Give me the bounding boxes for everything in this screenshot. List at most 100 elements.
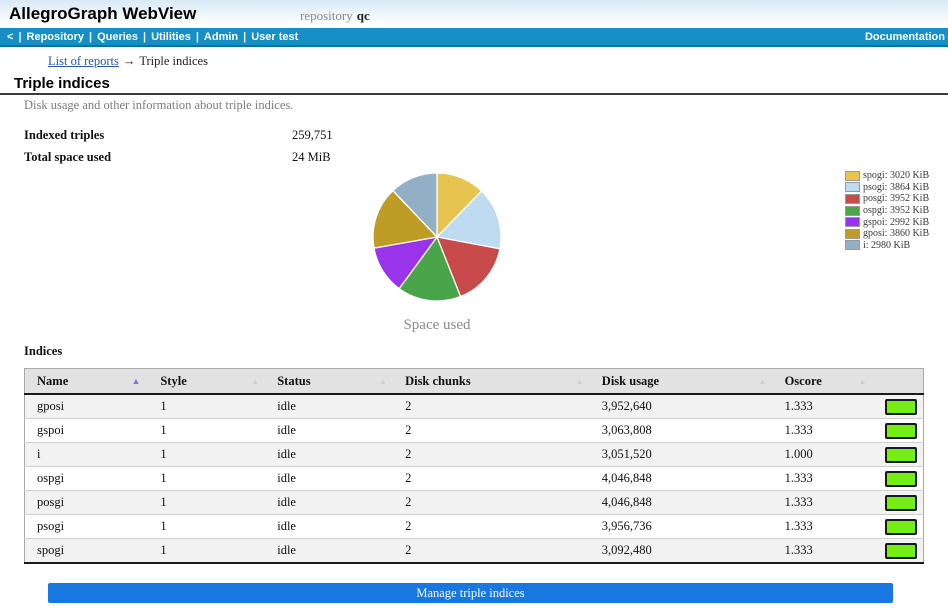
legend-item-gspoi: gspoi: 2992 KiB: [845, 216, 929, 228]
nav-bar: < |Repository|Queries|Utilities|Admin|Us…: [0, 28, 948, 47]
cell-score-bar: [872, 394, 923, 419]
breadcrumb: List of reports →Triple indices: [48, 54, 208, 69]
legend-label: posgi: 3952 KiB: [863, 193, 929, 204]
indices-table-header: Name▲Style▲Status▲Disk chunks▲Disk usage…: [25, 369, 924, 395]
cell-status: idle: [265, 539, 393, 564]
breadcrumb-link-list-of-reports[interactable]: List of reports: [48, 54, 119, 68]
repository-label: repository: [300, 8, 353, 23]
cell-style: 1: [148, 443, 265, 467]
column-header-disk-usage[interactable]: Disk usage▲: [590, 369, 773, 395]
table-row-gposi: gposi1idle23,952,6401.333: [25, 394, 924, 419]
stat-label-indexed-triples: Indexed triples: [24, 128, 104, 143]
cell-disk_usage: 3,051,520: [590, 443, 773, 467]
cell-style: 1: [148, 515, 265, 539]
table-row-spogi: spogi1idle23,092,4801.333: [25, 539, 924, 564]
cell-disk_chunks: 2: [393, 394, 590, 419]
stat-value-indexed-triples: 259,751: [292, 128, 333, 143]
cell-oscore: 1.333: [773, 419, 873, 443]
breadcrumb-current: Triple indices: [139, 54, 208, 68]
cell-disk_chunks: 2: [393, 491, 590, 515]
triple-indices-page: AllegroGraph WebView repositoryqc < |Rep…: [0, 0, 948, 614]
legend-item-i: i: 2980 KiB: [845, 240, 929, 252]
indices-section-label: Indices: [24, 344, 62, 359]
nav-item-admin[interactable]: Admin: [199, 31, 243, 43]
cell-style: 1: [148, 467, 265, 491]
cell-status: idle: [265, 394, 393, 419]
table-row-posgi: posgi1idle24,046,8481.333: [25, 491, 924, 515]
column-header-style[interactable]: Style▲: [148, 369, 265, 395]
legend-label: gspoi: 2992 KiB: [863, 217, 929, 228]
page-title: Triple indices: [14, 75, 110, 92]
legend-swatch-ospgi: [845, 206, 860, 216]
chart-legend: spogi: 3020 KiBpsogi: 3864 KiBposgi: 395…: [845, 170, 929, 251]
legend-label: gposi: 3860 KiB: [863, 228, 929, 239]
nav-item-documentation[interactable]: Documentation: [860, 31, 948, 43]
cell-name: posgi: [25, 491, 149, 515]
table-row-i: i1idle23,051,5201.000: [25, 443, 924, 467]
column-header-disk-chunks[interactable]: Disk chunks▲: [393, 369, 590, 395]
nav-item-user-test[interactable]: User test: [246, 31, 303, 43]
column-header-bar: [872, 369, 923, 395]
back-chevron-icon[interactable]: <: [2, 31, 18, 43]
legend-item-gposi: gposi: 3860 KiB: [845, 228, 929, 240]
cell-oscore: 1.333: [773, 515, 873, 539]
repository-name: qc: [357, 8, 370, 23]
cell-style: 1: [148, 394, 265, 419]
score-bar-indicator: [885, 447, 917, 463]
cell-name: psogi: [25, 515, 149, 539]
cell-name: i: [25, 443, 149, 467]
cell-disk_usage: 3,063,808: [590, 419, 773, 443]
breadcrumb-arrow: →: [123, 54, 136, 68]
pie-chart-svg: [362, 162, 512, 312]
cell-score-bar: [872, 443, 923, 467]
table-row-psogi: psogi1idle23,956,7361.333: [25, 515, 924, 539]
score-bar-indicator: [885, 543, 917, 559]
cell-disk_chunks: 2: [393, 515, 590, 539]
column-header-oscore[interactable]: Oscore▲: [773, 369, 873, 395]
cell-status: idle: [265, 491, 393, 515]
nav-item-queries[interactable]: Queries: [92, 31, 143, 43]
cell-disk_usage: 3,092,480: [590, 539, 773, 564]
indices-table: Name▲Style▲Status▲Disk chunks▲Disk usage…: [24, 368, 924, 564]
repository-indicator: repository qc: [300, 8, 370, 24]
legend-swatch-gspoi: [845, 217, 860, 227]
nav-item-repository[interactable]: Repository: [22, 31, 89, 43]
cell-score-bar: [872, 515, 923, 539]
cell-style: 1: [148, 491, 265, 515]
cell-status: idle: [265, 443, 393, 467]
sort-inactive-icon: ▲: [379, 377, 387, 386]
cell-oscore: 1.333: [773, 539, 873, 564]
sort-inactive-icon: ▲: [859, 377, 867, 386]
title-divider: [0, 93, 948, 95]
legend-label: psogi: 3864 KiB: [863, 182, 929, 193]
manage-triple-indices-button[interactable]: Manage triple indices: [48, 583, 893, 603]
legend-swatch-psogi: [845, 182, 860, 192]
cell-status: idle: [265, 515, 393, 539]
legend-label: ospgi: 3952 KiB: [863, 205, 929, 216]
sort-inactive-icon: ▲: [251, 377, 259, 386]
table-row-ospgi: ospgi1idle24,046,8481.333: [25, 467, 924, 491]
cell-name: spogi: [25, 539, 149, 564]
cell-oscore: 1.333: [773, 394, 873, 419]
table-row-gspoi: gspoi1idle23,063,8081.333: [25, 419, 924, 443]
legend-swatch-spogi: [845, 171, 860, 181]
column-header-status[interactable]: Status▲: [265, 369, 393, 395]
cell-disk_chunks: 2: [393, 539, 590, 564]
legend-item-posgi: posgi: 3952 KiB: [845, 193, 929, 205]
cell-name: ospgi: [25, 467, 149, 491]
chart-title: Space used: [337, 317, 537, 334]
page-subtitle: Disk usage and other information about t…: [24, 98, 293, 113]
score-bar-indicator: [885, 519, 917, 535]
space-used-pie-chart: [362, 162, 512, 312]
nav-item-utilities[interactable]: Utilities: [146, 31, 196, 43]
cell-status: idle: [265, 467, 393, 491]
cell-score-bar: [872, 491, 923, 515]
cell-status: idle: [265, 419, 393, 443]
cell-score-bar: [872, 419, 923, 443]
legend-swatch-gposi: [845, 229, 860, 239]
cell-name: gspoi: [25, 419, 149, 443]
column-header-name[interactable]: Name▲: [25, 369, 149, 395]
legend-item-psogi: psogi: 3864 KiB: [845, 182, 929, 194]
score-bar-indicator: [885, 399, 917, 415]
sort-inactive-icon: ▲: [759, 377, 767, 386]
